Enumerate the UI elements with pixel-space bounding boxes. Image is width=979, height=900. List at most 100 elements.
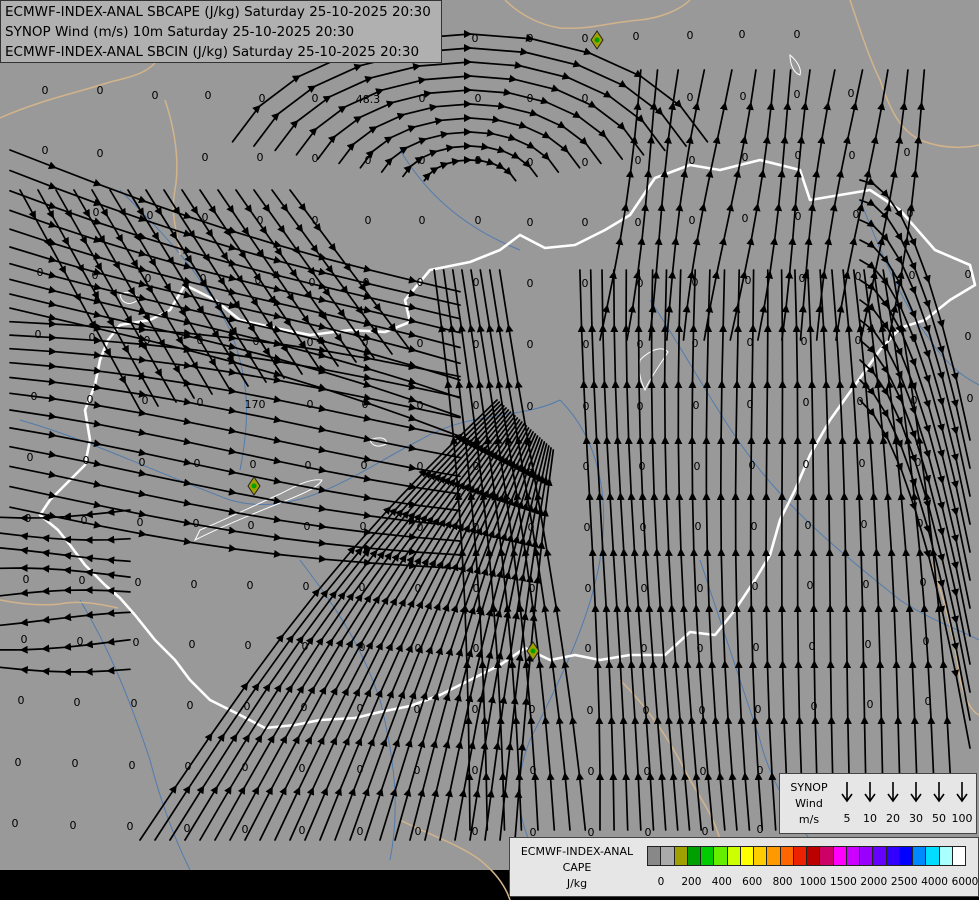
grid-value-label: 0 (131, 697, 138, 710)
grid-value-label: 0 (248, 519, 255, 532)
grid-value-label: 0 (42, 84, 49, 97)
wind-streamline (9, 169, 461, 306)
cape-color-swatch (766, 846, 781, 866)
grid-value-label: 0 (752, 580, 759, 593)
grid-value-label: 0 (583, 400, 590, 413)
grid-value-label: 0 (805, 519, 812, 532)
wind-streamline (0, 532, 131, 545)
grid-value-label: 0 (312, 152, 319, 165)
grid-value-label: 0 (74, 696, 81, 709)
synop-speed-label: 30 (909, 812, 923, 825)
grid-value-label: 0 (152, 89, 159, 102)
grid-value-label: 0 (414, 703, 421, 716)
synop-arrow-icon (882, 780, 904, 804)
synop-speed-label: 5 (843, 812, 851, 825)
grid-value-label: 0 (643, 704, 650, 717)
grid-value-label: 0 (853, 208, 860, 221)
grid-value-label: 0 (414, 764, 421, 777)
grid-value-label: 0 (415, 825, 422, 838)
cape-color-swatch (673, 846, 688, 866)
grid-value-label: 0 (42, 144, 49, 157)
grid-value-label: 0 (247, 579, 254, 592)
grid-value-label: 0 (303, 580, 310, 593)
grid-value-label: 0 (699, 704, 706, 717)
wind-streamline (588, 269, 618, 831)
wind-streamline (289, 189, 411, 351)
grid-value-label: 0 (755, 703, 762, 716)
weather-map[interactable]: 0 0 0 0 0 0 0 0 0 0 0 0 0 0 0 0 0 0 0 0 0 0 0 0 0 0 0 0 0 0 0 0 0 0 0 0 0 0 0 0… (0, 0, 979, 900)
cape-tick-label: 2000 (860, 876, 888, 888)
wind-streamline (806, 269, 821, 831)
map-viewer[interactable]: 0 0 0 0 0 0 0 0 0 0 0 0 0 0 0 0 0 0 0 0 0 0 0 0 0 0 0 0 0 0 0 0 0 0 0 0 0 0 0 0… (0, 0, 979, 900)
wind-streamline (109, 189, 231, 391)
grid-value-label: 0 (911, 332, 918, 345)
grid-value-label: 0 (417, 521, 424, 534)
grid-value-label: 0 (807, 579, 814, 592)
grid-value-label: 0 (637, 400, 644, 413)
grid-value-label: 0 (245, 639, 252, 652)
cape-tick-label: 200 (681, 876, 702, 888)
grid-value-label: 0 (692, 276, 699, 289)
grid-value-label: 0 (359, 641, 366, 654)
wind-streamline (688, 269, 714, 831)
grid-value-label: 0 (527, 32, 534, 45)
cape-color-swatch (885, 846, 900, 866)
cape-color-swatch (700, 846, 715, 866)
grid-value-label: 0 (244, 700, 251, 713)
grid-value-label: 0 (920, 576, 927, 589)
grid-value-label: 0 (92, 269, 99, 282)
grid-value-label: 0 (739, 28, 746, 41)
grid-value-label: 0 (475, 92, 482, 105)
grid-value-label: 0 (641, 582, 648, 595)
cape-legend-title-line: CAPE (562, 861, 592, 874)
synop-legend-title-line: SYNOP (790, 781, 828, 794)
grid-value-label: 0 (582, 32, 589, 45)
grid-value-label: 0 (923, 635, 930, 648)
grid-value-label: 0 (799, 272, 806, 285)
cape-cell-core (594, 37, 600, 43)
grid-value-label: 0 (528, 460, 535, 473)
synop-arrow-icon (951, 780, 973, 804)
grid-value-label: 0 (757, 764, 764, 777)
wind-streamline (9, 409, 461, 495)
grid-value-label: 0 (191, 578, 198, 591)
grid-value-label: 0 (855, 334, 862, 347)
cape-cell-core (251, 483, 257, 489)
grid-value-label: 0 (312, 92, 319, 105)
grid-value-label: 0 (129, 759, 136, 772)
grid-value-label: 0 (697, 582, 704, 595)
wind-streamline (859, 219, 971, 497)
grid-value-label: 0 (965, 330, 972, 343)
grid-value-label: 0 (527, 156, 534, 169)
grid-value-label: 0 (529, 582, 536, 595)
cape-tick-label: 0 (657, 876, 665, 888)
cape-tick-label: 1500 (830, 876, 857, 888)
grid-value-label: 0 (362, 336, 369, 349)
synop-title: SYNOP Wind (m/s) 10m Saturday 25-10-2025… (5, 24, 355, 40)
wind-streamline (9, 376, 461, 459)
wind-streamlines-layer (0, 30, 971, 841)
grid-value-label: 0 (21, 633, 28, 646)
grid-value-label: 0 (749, 459, 756, 472)
wind-streamline (9, 427, 461, 512)
index-value-label: 48.3 (356, 93, 381, 106)
grid-value-label: 0 (859, 457, 866, 470)
cape-color-swatch (713, 846, 728, 866)
wind-streamline (0, 546, 131, 565)
cape-color-swatch (779, 846, 794, 866)
synop-arrow-icon (928, 780, 950, 804)
wind-streamline (0, 507, 131, 523)
grid-value-label: 0 (89, 331, 96, 344)
grid-value-label: 0 (861, 518, 868, 531)
grid-value-label: 0 (250, 458, 257, 471)
wind-streamline (577, 269, 605, 831)
cape-tick-label: 800 (772, 876, 793, 888)
grid-value-label: 0 (417, 399, 424, 412)
synop-legend-title-line: Wind (795, 797, 823, 810)
grid-value-label: 0 (694, 460, 701, 473)
grid-value-label: 0 (584, 521, 591, 534)
grid-value-label: 0 (133, 636, 140, 649)
wind-streamline (859, 239, 971, 525)
grid-value-label: 0 (23, 573, 30, 586)
grid-value-label: 0 (693, 399, 700, 412)
